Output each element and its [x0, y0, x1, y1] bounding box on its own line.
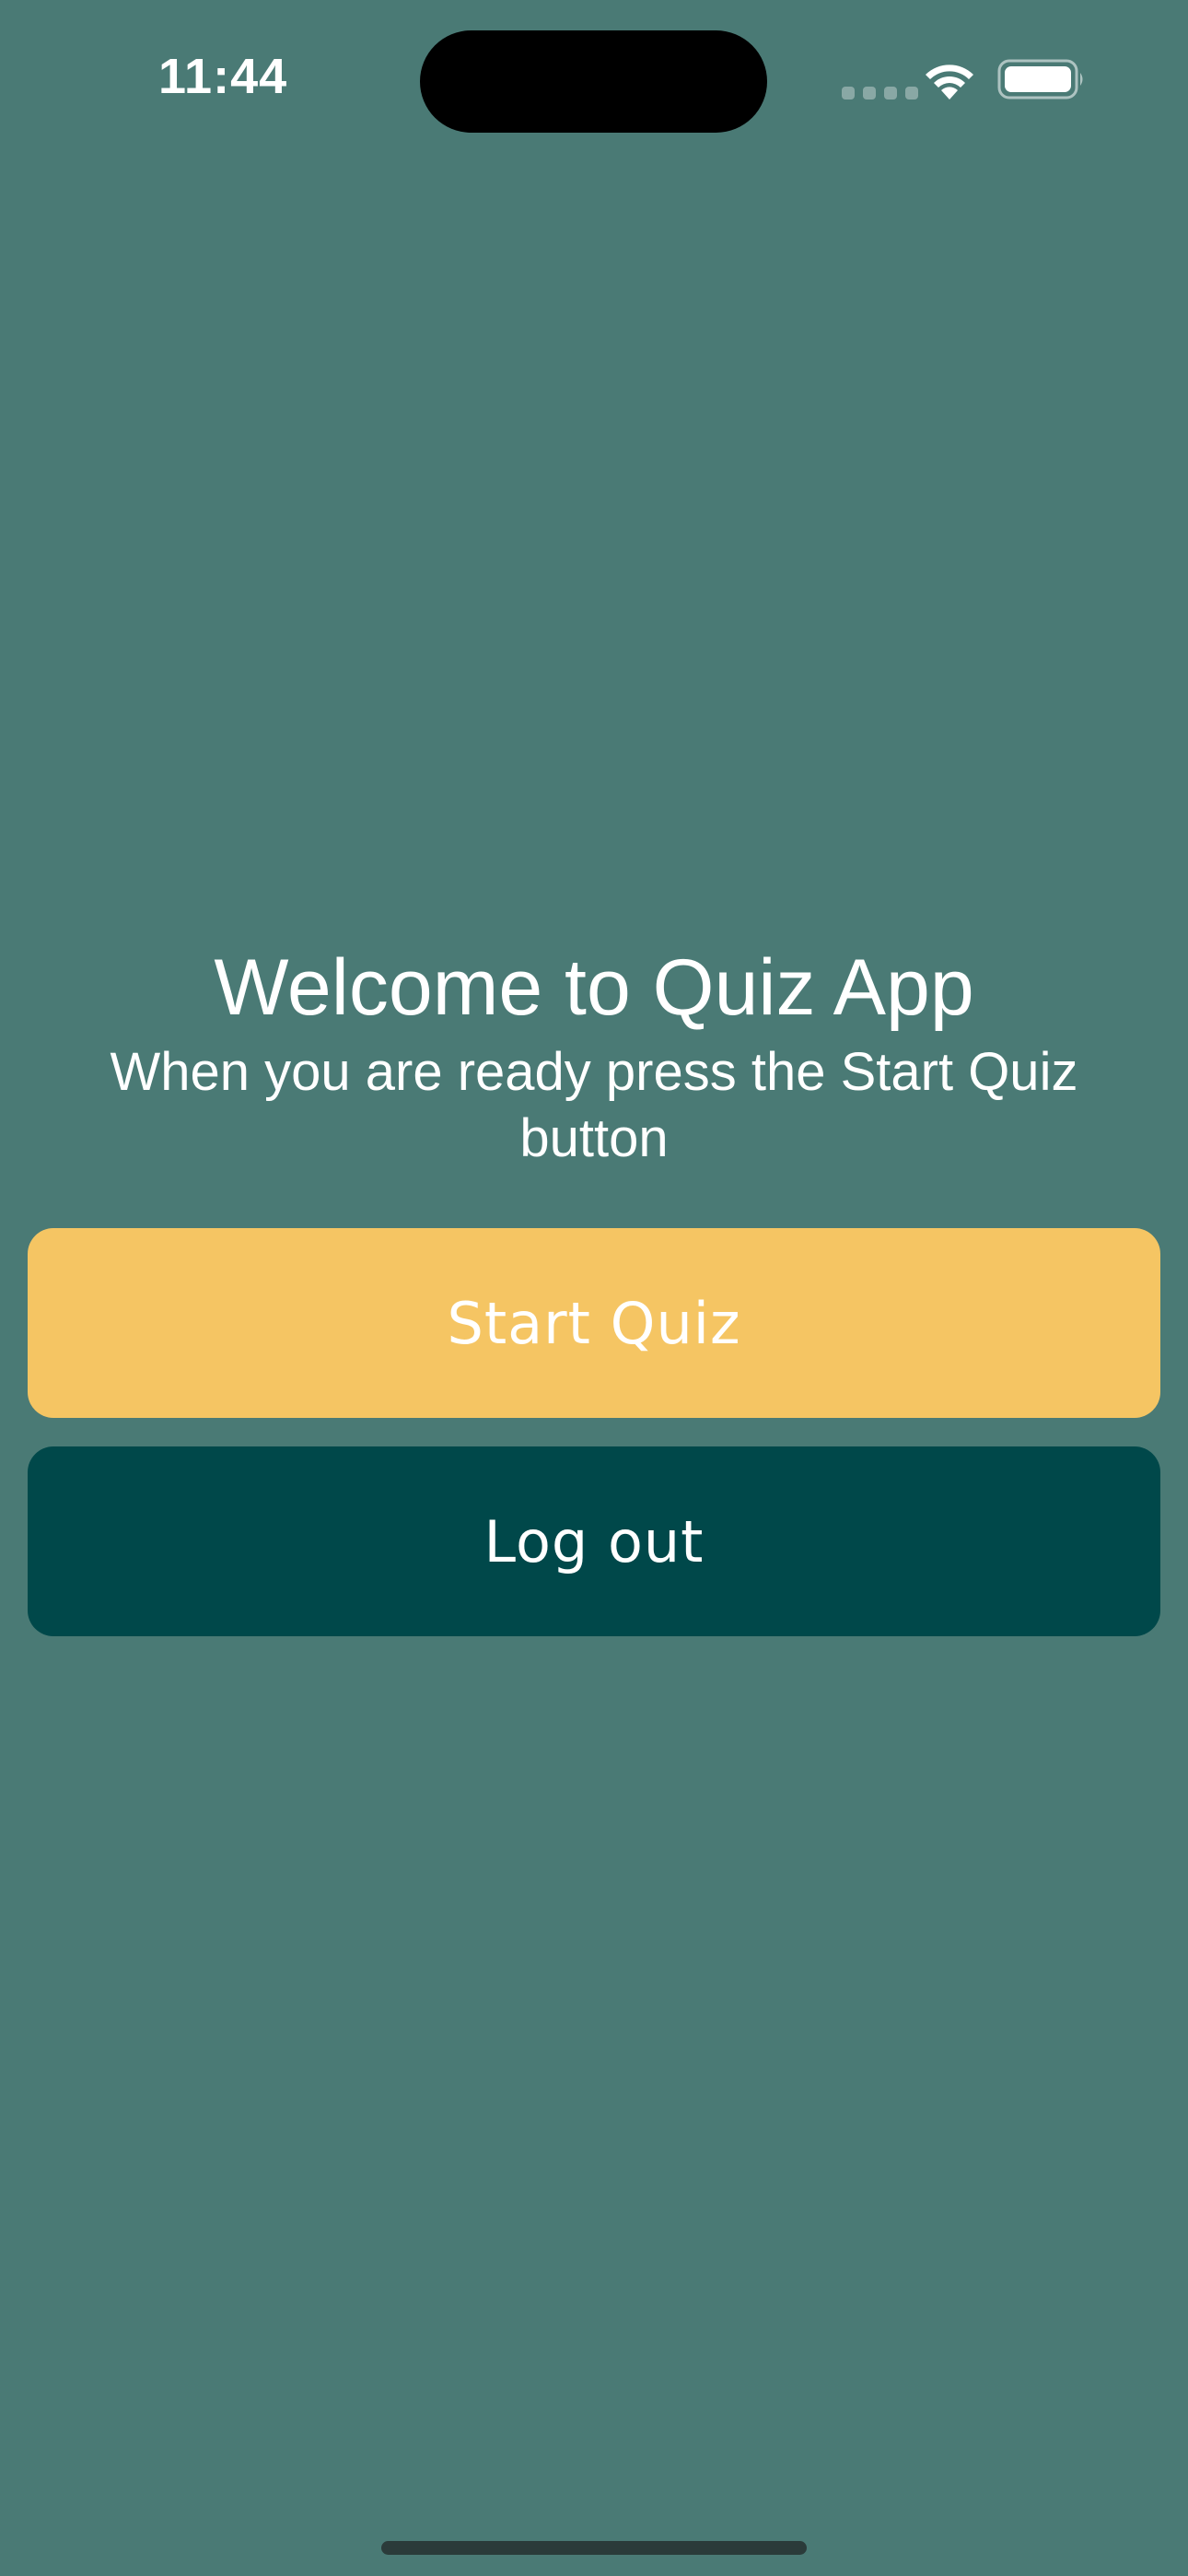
status-time: 11:44 [158, 49, 288, 104]
log-out-button-label: Log out [483, 1507, 705, 1575]
battery-icon [997, 59, 1083, 100]
dynamic-island [420, 30, 767, 133]
start-quiz-button-label: Start Quiz [447, 1289, 741, 1357]
page-subtitle: When you are ready press the Start Quiz … [110, 1042, 1078, 1168]
start-quiz-button[interactable]: Start Quiz [28, 1228, 1160, 1418]
page-title: Welcome to Quiz App [214, 943, 974, 1032]
log-out-button[interactable]: Log out [28, 1446, 1160, 1636]
quiz-home-screen: 11:44 Welcome to Quiz App When you are r… [0, 0, 1188, 2576]
cellular-signal-icon [842, 87, 918, 100]
home-indicator[interactable] [381, 2541, 807, 2555]
wifi-icon [926, 64, 973, 100]
